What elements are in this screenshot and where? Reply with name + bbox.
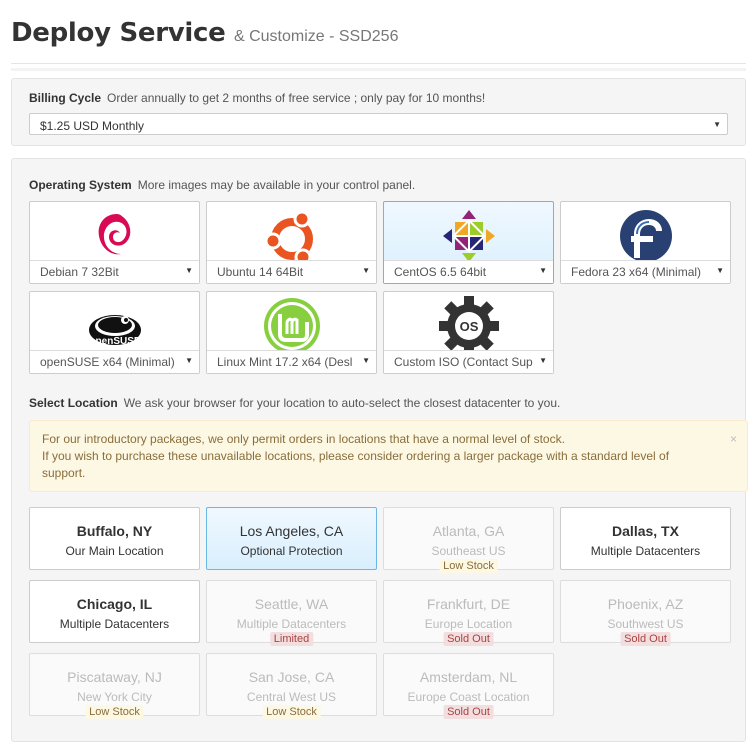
stock-badge: Low Stock xyxy=(85,705,144,719)
stock-warning-alert: For our introductory packages, we only p… xyxy=(29,420,748,492)
operating-system-label: Operating System More images may be avail… xyxy=(29,178,415,192)
location-name: Atlanta, GA xyxy=(432,523,505,539)
location-amsterdam: Amsterdam, NL Europe Coast Location Sold… xyxy=(383,653,554,719)
os-select-opensuse[interactable]: openSUSE x64 (Minimal) ▼ xyxy=(30,350,199,373)
location-name: Chicago, IL xyxy=(76,596,153,612)
stock-badge: Sold Out xyxy=(443,705,494,719)
location-name: Amsterdam, NL xyxy=(419,669,518,685)
location-buffalo[interactable]: Buffalo, NY Our Main Location xyxy=(29,507,200,570)
billing-cycle-select[interactable]: $1.25 USD Monthly ▼ xyxy=(29,113,728,135)
location-chicago[interactable]: Chicago, IL Multiple Datacenters xyxy=(29,580,200,643)
billing-panel xyxy=(11,78,746,146)
stock-badge: Low Stock xyxy=(439,559,498,573)
location-piscataway: Piscataway, NJ New York City Low Stock xyxy=(29,653,200,719)
location-dallas[interactable]: Dallas, TX Multiple Datacenters xyxy=(560,507,731,570)
location-seattle: Seattle, WA Multiple Datacenters Limited xyxy=(206,580,377,646)
custom-iso-gear-icon: OS xyxy=(384,296,553,356)
location-name: San Jose, CA xyxy=(248,669,335,685)
os-name: Fedora 23 x64 (Minimal) xyxy=(571,265,702,279)
centos-logo-icon xyxy=(384,206,553,262)
alert-line-1: For our introductory packages, we only p… xyxy=(42,432,565,446)
location-description: Multiple Datacenters xyxy=(59,617,170,631)
os-select-debian[interactable]: Debian 7 32Bit ▼ xyxy=(30,260,199,283)
os-card-linux-mint[interactable]: Linux Mint 17.2 x64 (Desl ▼ xyxy=(206,291,377,374)
select-location-help: We ask your browser for your location to… xyxy=(123,396,561,410)
os-card-debian[interactable]: Debian 7 32Bit ▼ xyxy=(29,201,200,284)
stock-badge: Sold Out xyxy=(443,632,494,646)
chevron-down-icon: ▼ xyxy=(185,266,193,275)
os-card-ubuntu[interactable]: Ubuntu 14 64Bit ▼ xyxy=(206,201,377,284)
alert-line-2: If you wish to purchase these unavailabl… xyxy=(42,449,670,480)
os-name: Custom ISO (Contact Sup xyxy=(394,355,533,369)
location-name: Buffalo, NY xyxy=(76,523,153,539)
billing-cycle-help: Order annually to get 2 months of free s… xyxy=(107,91,486,105)
location-description: Multiple Datacenters xyxy=(236,617,347,631)
billing-cycle-label: Billing Cycle Order annually to get 2 mon… xyxy=(29,91,485,105)
location-description: Southeast US xyxy=(431,544,506,558)
location-atlanta: Atlanta, GA Southeast US Low Stock xyxy=(383,507,554,573)
location-description: Our Main Location xyxy=(65,544,164,558)
location-phoenix: Phoenix, AZ Southwest US Sold Out xyxy=(560,580,731,646)
select-location-title: Select Location xyxy=(29,396,118,410)
location-description: New York City xyxy=(77,690,152,704)
chevron-down-icon: ▼ xyxy=(362,266,370,275)
os-name: Ubuntu 14 64Bit xyxy=(217,265,304,279)
chevron-down-icon: ▼ xyxy=(539,356,547,365)
ubuntu-logo-icon xyxy=(207,206,376,266)
location-san-jose: San Jose, CA Central West US Low Stock xyxy=(206,653,377,719)
linux-mint-logo-icon xyxy=(207,296,376,354)
debian-logo-icon xyxy=(30,206,199,262)
page-subtitle: & Customize - SSD256 xyxy=(233,28,399,45)
billing-cycle-value: $1.25 USD Monthly xyxy=(40,119,145,133)
os-select-fedora[interactable]: Fedora 23 x64 (Minimal) ▼ xyxy=(561,260,730,283)
location-description: Europe Coast Location xyxy=(407,690,530,704)
os-select-custom-iso[interactable]: Custom ISO (Contact Sup ▼ xyxy=(384,350,553,373)
location-description: Southwest US xyxy=(607,617,684,631)
operating-system-title: Operating System xyxy=(29,178,132,192)
location-los-angeles[interactable]: Los Angeles, CA Optional Protection xyxy=(206,507,377,570)
os-name: openSUSE x64 (Minimal) xyxy=(40,355,175,369)
os-card-opensuse[interactable]: openSUSE openSUSE x64 (Minimal) ▼ xyxy=(29,291,200,374)
chevron-down-icon: ▼ xyxy=(185,356,193,365)
billing-cycle-title: Billing Cycle xyxy=(29,91,102,105)
location-name: Piscataway, NJ xyxy=(67,669,162,685)
svg-text:OS: OS xyxy=(459,319,478,334)
location-name: Los Angeles, CA xyxy=(239,523,344,539)
location-description: Central West US xyxy=(246,690,337,704)
os-card-fedora[interactable]: Fedora 23 x64 (Minimal) ▼ xyxy=(560,201,731,284)
location-frankfurt: Frankfurt, DE Europe Location Sold Out xyxy=(383,580,554,646)
chevron-down-icon: ▼ xyxy=(539,266,547,275)
chevron-down-icon: ▼ xyxy=(713,120,721,129)
location-description: Europe Location xyxy=(424,617,513,631)
header-divider xyxy=(11,68,746,71)
opensuse-logo-icon: openSUSE xyxy=(30,296,199,352)
os-name: Linux Mint 17.2 x64 (Desl xyxy=(217,355,353,369)
stock-badge: Limited xyxy=(269,632,314,646)
stock-badge: Sold Out xyxy=(620,632,671,646)
os-name: CentOS 6.5 64bit xyxy=(394,265,487,279)
os-select-linux-mint[interactable]: Linux Mint 17.2 x64 (Desl ▼ xyxy=(207,350,376,373)
page-header: Deploy Service & Customize - SSD256 xyxy=(11,18,746,64)
location-name: Seattle, WA xyxy=(254,596,329,612)
location-description: Multiple Datacenters xyxy=(590,544,701,558)
os-card-custom-iso[interactable]: OS Custom ISO (Contact Sup ▼ xyxy=(383,291,554,374)
stock-badge: Low Stock xyxy=(262,705,321,719)
svg-text:openSUSE: openSUSE xyxy=(89,336,140,347)
page-title: Deploy Service xyxy=(11,18,226,48)
location-description: Optional Protection xyxy=(240,544,343,558)
fedora-logo-icon xyxy=(561,206,730,262)
close-icon[interactable]: × xyxy=(730,431,737,448)
location-name: Dallas, TX xyxy=(612,523,679,539)
chevron-down-icon: ▼ xyxy=(362,356,370,365)
os-select-centos[interactable]: CentOS 6.5 64bit ▼ xyxy=(384,260,553,283)
location-name: Frankfurt, DE xyxy=(426,596,511,612)
location-name: Phoenix, AZ xyxy=(607,596,684,612)
operating-system-help: More images may be available in your con… xyxy=(137,178,416,192)
select-location-label: Select Location We ask your browser for y… xyxy=(29,396,560,410)
os-card-centos[interactable]: CentOS 6.5 64bit ▼ xyxy=(383,201,554,284)
os-select-ubuntu[interactable]: Ubuntu 14 64Bit ▼ xyxy=(207,260,376,283)
os-name: Debian 7 32Bit xyxy=(40,265,119,279)
chevron-down-icon: ▼ xyxy=(716,266,724,275)
